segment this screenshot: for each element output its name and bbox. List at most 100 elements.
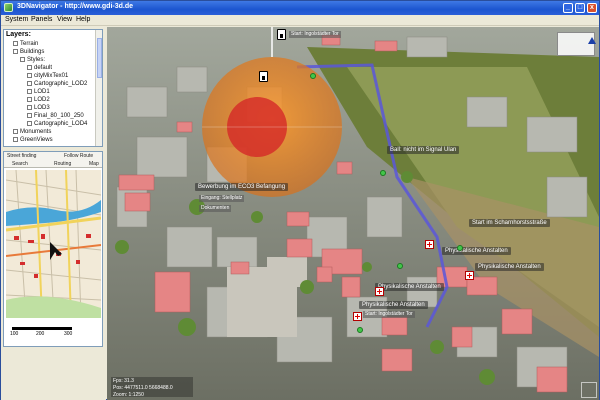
map-label[interactable]: Eingang: Stellplatz [199,195,245,202]
layer-checkbox[interactable] [27,97,32,102]
layer-label: Buildings [20,49,45,55]
layer-checkbox[interactable] [27,65,32,70]
map-label[interactable]: Physikalische Anstalten [442,247,511,255]
layer-tree-item[interactable]: Cartographic_LOD4 [27,120,87,128]
app-window: 3DNavigator - http://www.gdi-3d.de _ □ x… [0,0,600,400]
nav-tabs: Search Routing Map [4,160,102,168]
navigation-control[interactable] [581,382,597,398]
poi-hospital-icon[interactable] [353,312,362,321]
poi-hospital-icon[interactable] [425,240,434,249]
layer-checkbox[interactable] [13,137,18,142]
menu-help[interactable]: Help [76,16,90,23]
title-bar[interactable]: 3DNavigator - http://www.gdi-3d.de _ □ x [1,1,599,15]
route-node-icon[interactable] [310,73,316,79]
layer-label: Terrain [20,41,39,47]
map-label[interactable]: Physikalische Anstalten [375,283,444,291]
layer-tree-item[interactable]: GreenViews [13,136,53,144]
layer-label: default [34,65,53,71]
compass-widget[interactable] [557,32,596,56]
layer-checkbox[interactable] [27,81,32,86]
layers-scrollbar[interactable] [95,30,102,146]
layer-label: Cartographic_LOD4 [34,121,88,127]
city-scene [107,27,599,400]
scale-bar [12,327,72,330]
map-label[interactable]: Start: Ingolstädter Tor [289,31,341,38]
layer-label: Styles: [27,57,46,63]
navigation-panel: Street finding Follow Route Search Routi… [3,151,103,347]
nav-tabs-top: Street finding Follow Route [4,152,102,160]
layer-checkbox[interactable] [13,41,18,46]
layers-panel: Layers: Terrain Buildings Styles: default ci… [3,29,103,147]
layer-tree-item[interactable]: cityMixTex01 [27,72,68,80]
tab-follow-route[interactable]: Follow Route [64,152,93,160]
layer-label: Monuments [20,129,52,135]
status-zoom: Zoom: 1:1250 [113,392,144,398]
map-label[interactable]: Bewerbung im ECO3 Befangung [195,183,289,191]
layer-label: Cartographic_LOD2 [34,81,88,87]
minimize-button[interactable]: _ [563,3,573,13]
menu-system[interactable]: System [5,16,28,23]
route-node-icon[interactable] [357,327,363,333]
layer-checkbox[interactable] [20,57,25,62]
scale-label-3: 300 [64,331,73,337]
layer-checkbox[interactable] [27,73,32,78]
poi-hospital-icon[interactable] [375,287,384,296]
tab-routing[interactable]: Routing [54,160,71,168]
layer-tree-item[interactable]: default [27,64,52,72]
maximize-button[interactable]: □ [575,3,585,13]
camera-marker-icon[interactable] [277,29,286,40]
left-pane: Layers: Terrain Buildings Styles: default ci… [1,27,106,400]
layer-tree-item[interactable]: LOD1 [27,88,50,96]
status-overlay: Fps: 31.3 Pos: 4477511.0 5668488.0 Zoom:… [111,377,193,398]
layer-tree-item[interactable]: Monuments [13,128,51,136]
status-fps: Fps: 31.3 [113,378,134,384]
app-icon [4,3,13,12]
tab-map[interactable]: Map [89,160,99,168]
menu-bar: System Panels View Help [1,15,599,26]
map-label[interactable]: Start: Ingolstädter Tor [363,311,415,318]
route-node-icon[interactable] [457,245,463,251]
layer-checkbox[interactable] [27,113,32,118]
layer-checkbox[interactable] [27,105,32,110]
layer-label: LOD1 [34,89,50,95]
layer-tree-item[interactable]: Buildings [13,48,44,56]
layer-checkbox[interactable] [13,49,18,54]
layer-tree-item[interactable]: LOD2 [27,96,50,104]
window-title: 3DNavigator - http://www.gdi-3d.de [17,3,134,10]
layers-title: Layers: [6,31,31,38]
tab-street-finding[interactable]: Street finding [7,152,36,160]
status-position: Pos: 4477511.0 5668488.0 [113,385,173,391]
poi-hospital-icon[interactable] [465,271,474,280]
layer-tree-item[interactable]: Cartographic_LOD2 [27,80,87,88]
menu-view[interactable]: View [57,16,72,23]
layer-label: Final_80_100_250 [34,113,84,119]
layer-label: LOD3 [34,105,50,111]
layer-checkbox[interactable] [27,89,32,94]
layers-scroll-thumb[interactable] [97,38,102,78]
scale-label-2: 200 [36,331,45,337]
layer-label: GreenViews [20,137,53,143]
route-node-icon[interactable] [397,263,403,269]
layer-tree-item[interactable]: LOD3 [27,104,50,112]
map-label[interactable]: Dokumenten [199,205,232,212]
layer-tree-item[interactable]: Styles: [20,56,45,64]
overview-map-drawing [5,169,102,319]
menu-panels[interactable]: Panels [31,16,52,23]
close-button[interactable]: x [587,3,597,13]
tab-search[interactable]: Search [12,160,28,168]
layer-checkbox[interactable] [13,129,18,134]
route-node-icon[interactable] [380,170,386,176]
layer-label: LOD2 [34,97,50,103]
map-label[interactable]: Physikalische Anstalten [359,301,428,309]
target-marker-icon[interactable] [259,71,268,82]
north-arrow-icon [588,37,596,44]
map-label[interactable]: Ball: nicht im Signal Ulan [387,146,460,154]
layer-checkbox[interactable] [27,121,32,126]
map-label[interactable]: Start im Scharnhorstsstraße [469,219,550,227]
layer-label: cityMixTex01 [34,73,69,79]
layer-tree-item[interactable]: Terrain [13,40,38,48]
overview-map[interactable] [5,169,102,319]
3d-city-view[interactable]: Start: Ingolstädter Tor Ball: nicht im S… [107,27,599,400]
layer-tree-item[interactable]: Final_80_100_250 [27,112,84,120]
map-label[interactable]: Physikalische Anstalten [475,263,544,271]
